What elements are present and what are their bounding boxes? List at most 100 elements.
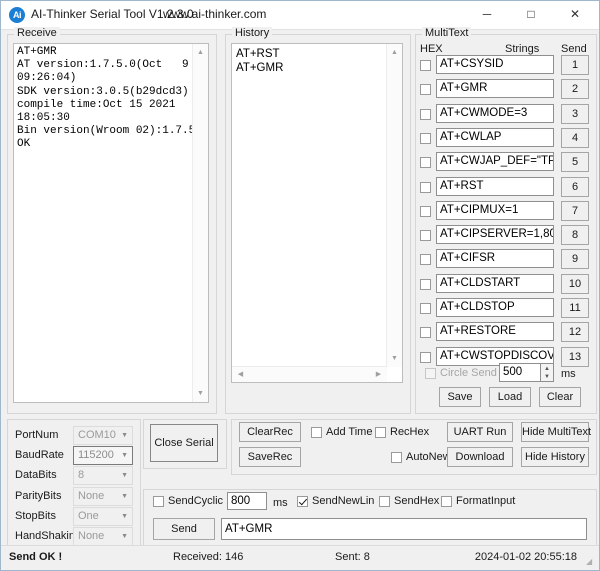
multitext-send-button[interactable]: 8 [561, 225, 589, 245]
multitext-hex-checkbox[interactable] [420, 254, 431, 265]
multitext-hex-checkbox[interactable] [420, 327, 431, 338]
circle-send-spinner[interactable]: ▲▼ [541, 363, 554, 382]
multitext-send-button[interactable]: 13 [561, 347, 589, 367]
save-rec-button[interactable]: SaveRec [239, 447, 301, 467]
multitext-command-input[interactable]: AT+CLDSTOP [436, 298, 554, 317]
add-time-checkbox-wrap[interactable]: Add Time [311, 426, 372, 439]
history-listbox[interactable]: AT+RST AT+GMR ▲ ▼ ◀ ▶ [231, 43, 403, 383]
send-hex-checkbox-wrap[interactable]: SendHex [379, 495, 439, 508]
rec-hex-checkbox-wrap[interactable]: RecHex [375, 426, 429, 439]
send-cyclic-checkbox-wrap[interactable]: SendCyclic [153, 495, 223, 508]
history-vertical-scrollbar[interactable]: ▲ ▼ [386, 44, 402, 367]
setting-combo-paritybits[interactable]: None▼ [73, 487, 133, 506]
multitext-command-input[interactable]: AT+GMR [436, 79, 554, 98]
multitext-hex-checkbox[interactable] [420, 279, 431, 290]
multitext-send-button[interactable]: 1 [561, 55, 589, 75]
scroll-left-icon[interactable]: ◀ [233, 367, 248, 382]
multitext-hex-checkbox[interactable] [420, 303, 431, 314]
history-horizontal-scrollbar[interactable]: ◀ ▶ [232, 366, 387, 382]
download-button[interactable]: Download [447, 447, 513, 467]
uart-run-button[interactable]: UART Run [447, 422, 513, 442]
format-input-checkbox[interactable] [441, 496, 452, 507]
scroll-down-icon[interactable]: ▼ [387, 351, 402, 366]
chevron-down-icon[interactable]: ▼ [121, 447, 128, 464]
setting-combo-baudrate[interactable]: 115200 ▼ [73, 446, 133, 465]
multitext-command-input[interactable]: AT+CIPSERVER=1,80 [436, 225, 554, 244]
multitext-hex-checkbox[interactable] [420, 133, 431, 144]
circle-send-label: Circle Send [440, 367, 497, 379]
clear-button[interactable]: Clear [539, 387, 581, 407]
multitext-command-input[interactable]: AT+CWMODE=3 [436, 104, 554, 123]
multitext-send-button[interactable]: 12 [561, 322, 589, 342]
circle-send-checkbox-wrap[interactable]: Circle Send [425, 367, 497, 380]
load-button[interactable]: Load [489, 387, 531, 407]
multitext-command-input[interactable]: AT+RST [436, 177, 554, 196]
multitext-command-input[interactable]: AT+CSYSID [436, 55, 554, 74]
setting-combo-portnum[interactable]: COM10▼ [73, 426, 133, 445]
multitext-command-input[interactable]: AT+RESTORE [436, 322, 554, 341]
auto-newline-checkbox[interactable] [391, 452, 402, 463]
resize-grip-icon[interactable]: ◢ [586, 557, 596, 567]
multitext-hex-checkbox[interactable] [420, 352, 431, 363]
setting-label-handshaking: HandShaking [15, 530, 81, 542]
multitext-send-button[interactable]: 10 [561, 274, 589, 294]
setting-combo-handshaking[interactable]: None▼ [73, 527, 133, 546]
receive-textarea[interactable]: AT+GMR AT version:1.7.5.0(Oct 9 2021 09:… [13, 43, 209, 403]
receive-vertical-scrollbar[interactable]: ▲ ▼ [192, 44, 208, 402]
multitext-send-button[interactable]: 3 [561, 104, 589, 124]
multitext-send-button[interactable]: 7 [561, 201, 589, 221]
circle-send-checkbox[interactable] [425, 368, 436, 379]
clear-rec-button[interactable]: ClearRec [239, 422, 301, 442]
format-input-checkbox-wrap[interactable]: FormatInput [441, 495, 515, 508]
chevron-down-icon[interactable]: ▼ [121, 528, 128, 545]
chevron-down-icon[interactable]: ▼ [121, 508, 128, 525]
multitext-hex-checkbox[interactable] [420, 60, 431, 71]
close-icon[interactable]: ✕ [553, 1, 597, 28]
multitext-command-input[interactable]: AT+CIPMUX=1 [436, 201, 554, 220]
maximize-icon[interactable]: □ [509, 1, 553, 28]
send-newline-checkbox-wrap[interactable]: SendNewLin [297, 495, 374, 508]
send-text-input[interactable]: AT+GMR [221, 518, 587, 540]
chevron-down-icon[interactable]: ▼ [121, 488, 128, 505]
chevron-down-icon[interactable]: ▼ [121, 467, 128, 484]
multitext-col-hex: HEX [420, 43, 443, 55]
scroll-right-icon[interactable]: ▶ [371, 367, 386, 382]
scroll-up-icon[interactable]: ▲ [193, 45, 208, 60]
close-serial-button[interactable]: Close Serial [150, 424, 218, 462]
setting-combo-databits[interactable]: 8▼ [73, 466, 133, 485]
scroll-down-icon[interactable]: ▼ [193, 386, 208, 401]
multitext-command-input[interactable]: AT+CWJAP_DEF="TP-Link [436, 152, 554, 171]
circle-send-interval-input[interactable]: 500 [499, 363, 541, 382]
multitext-hex-checkbox[interactable] [420, 84, 431, 95]
multitext-send-button[interactable]: 11 [561, 298, 589, 318]
multitext-hex-checkbox[interactable] [420, 182, 431, 193]
scroll-up-icon[interactable]: ▲ [387, 45, 402, 60]
rec-hex-checkbox[interactable] [375, 427, 386, 438]
multitext-send-button[interactable]: 9 [561, 249, 589, 269]
multitext-hex-checkbox[interactable] [420, 230, 431, 241]
setting-value: 115200 [78, 449, 114, 461]
send-cyclic-checkbox[interactable] [153, 496, 164, 507]
multitext-send-button[interactable]: 6 [561, 177, 589, 197]
multitext-hex-checkbox[interactable] [420, 109, 431, 120]
multitext-hex-checkbox[interactable] [420, 157, 431, 168]
hide-multitext-button[interactable]: Hide MultiText [521, 422, 589, 442]
save-button[interactable]: Save [439, 387, 481, 407]
multitext-send-button[interactable]: 2 [561, 79, 589, 99]
multitext-command-input[interactable]: AT+CLDSTART [436, 274, 554, 293]
multitext-send-button[interactable]: 4 [561, 128, 589, 148]
minimize-icon[interactable]: ─ [465, 1, 509, 28]
send-button[interactable]: Send [153, 518, 215, 540]
send-hex-checkbox[interactable] [379, 496, 390, 507]
send-hex-label: SendHex [394, 495, 439, 507]
multitext-send-button[interactable]: 5 [561, 152, 589, 172]
setting-combo-stopbits[interactable]: One▼ [73, 507, 133, 526]
add-time-checkbox[interactable] [311, 427, 322, 438]
send-cycle-interval-input[interactable]: 800 [227, 492, 267, 510]
chevron-down-icon[interactable]: ▼ [121, 427, 128, 444]
multitext-command-input[interactable]: AT+CWLAP [436, 128, 554, 147]
multitext-command-input[interactable]: AT+CIFSR [436, 249, 554, 268]
multitext-hex-checkbox[interactable] [420, 206, 431, 217]
hide-history-button[interactable]: Hide History [521, 447, 589, 467]
send-newline-checkbox[interactable] [297, 496, 308, 507]
